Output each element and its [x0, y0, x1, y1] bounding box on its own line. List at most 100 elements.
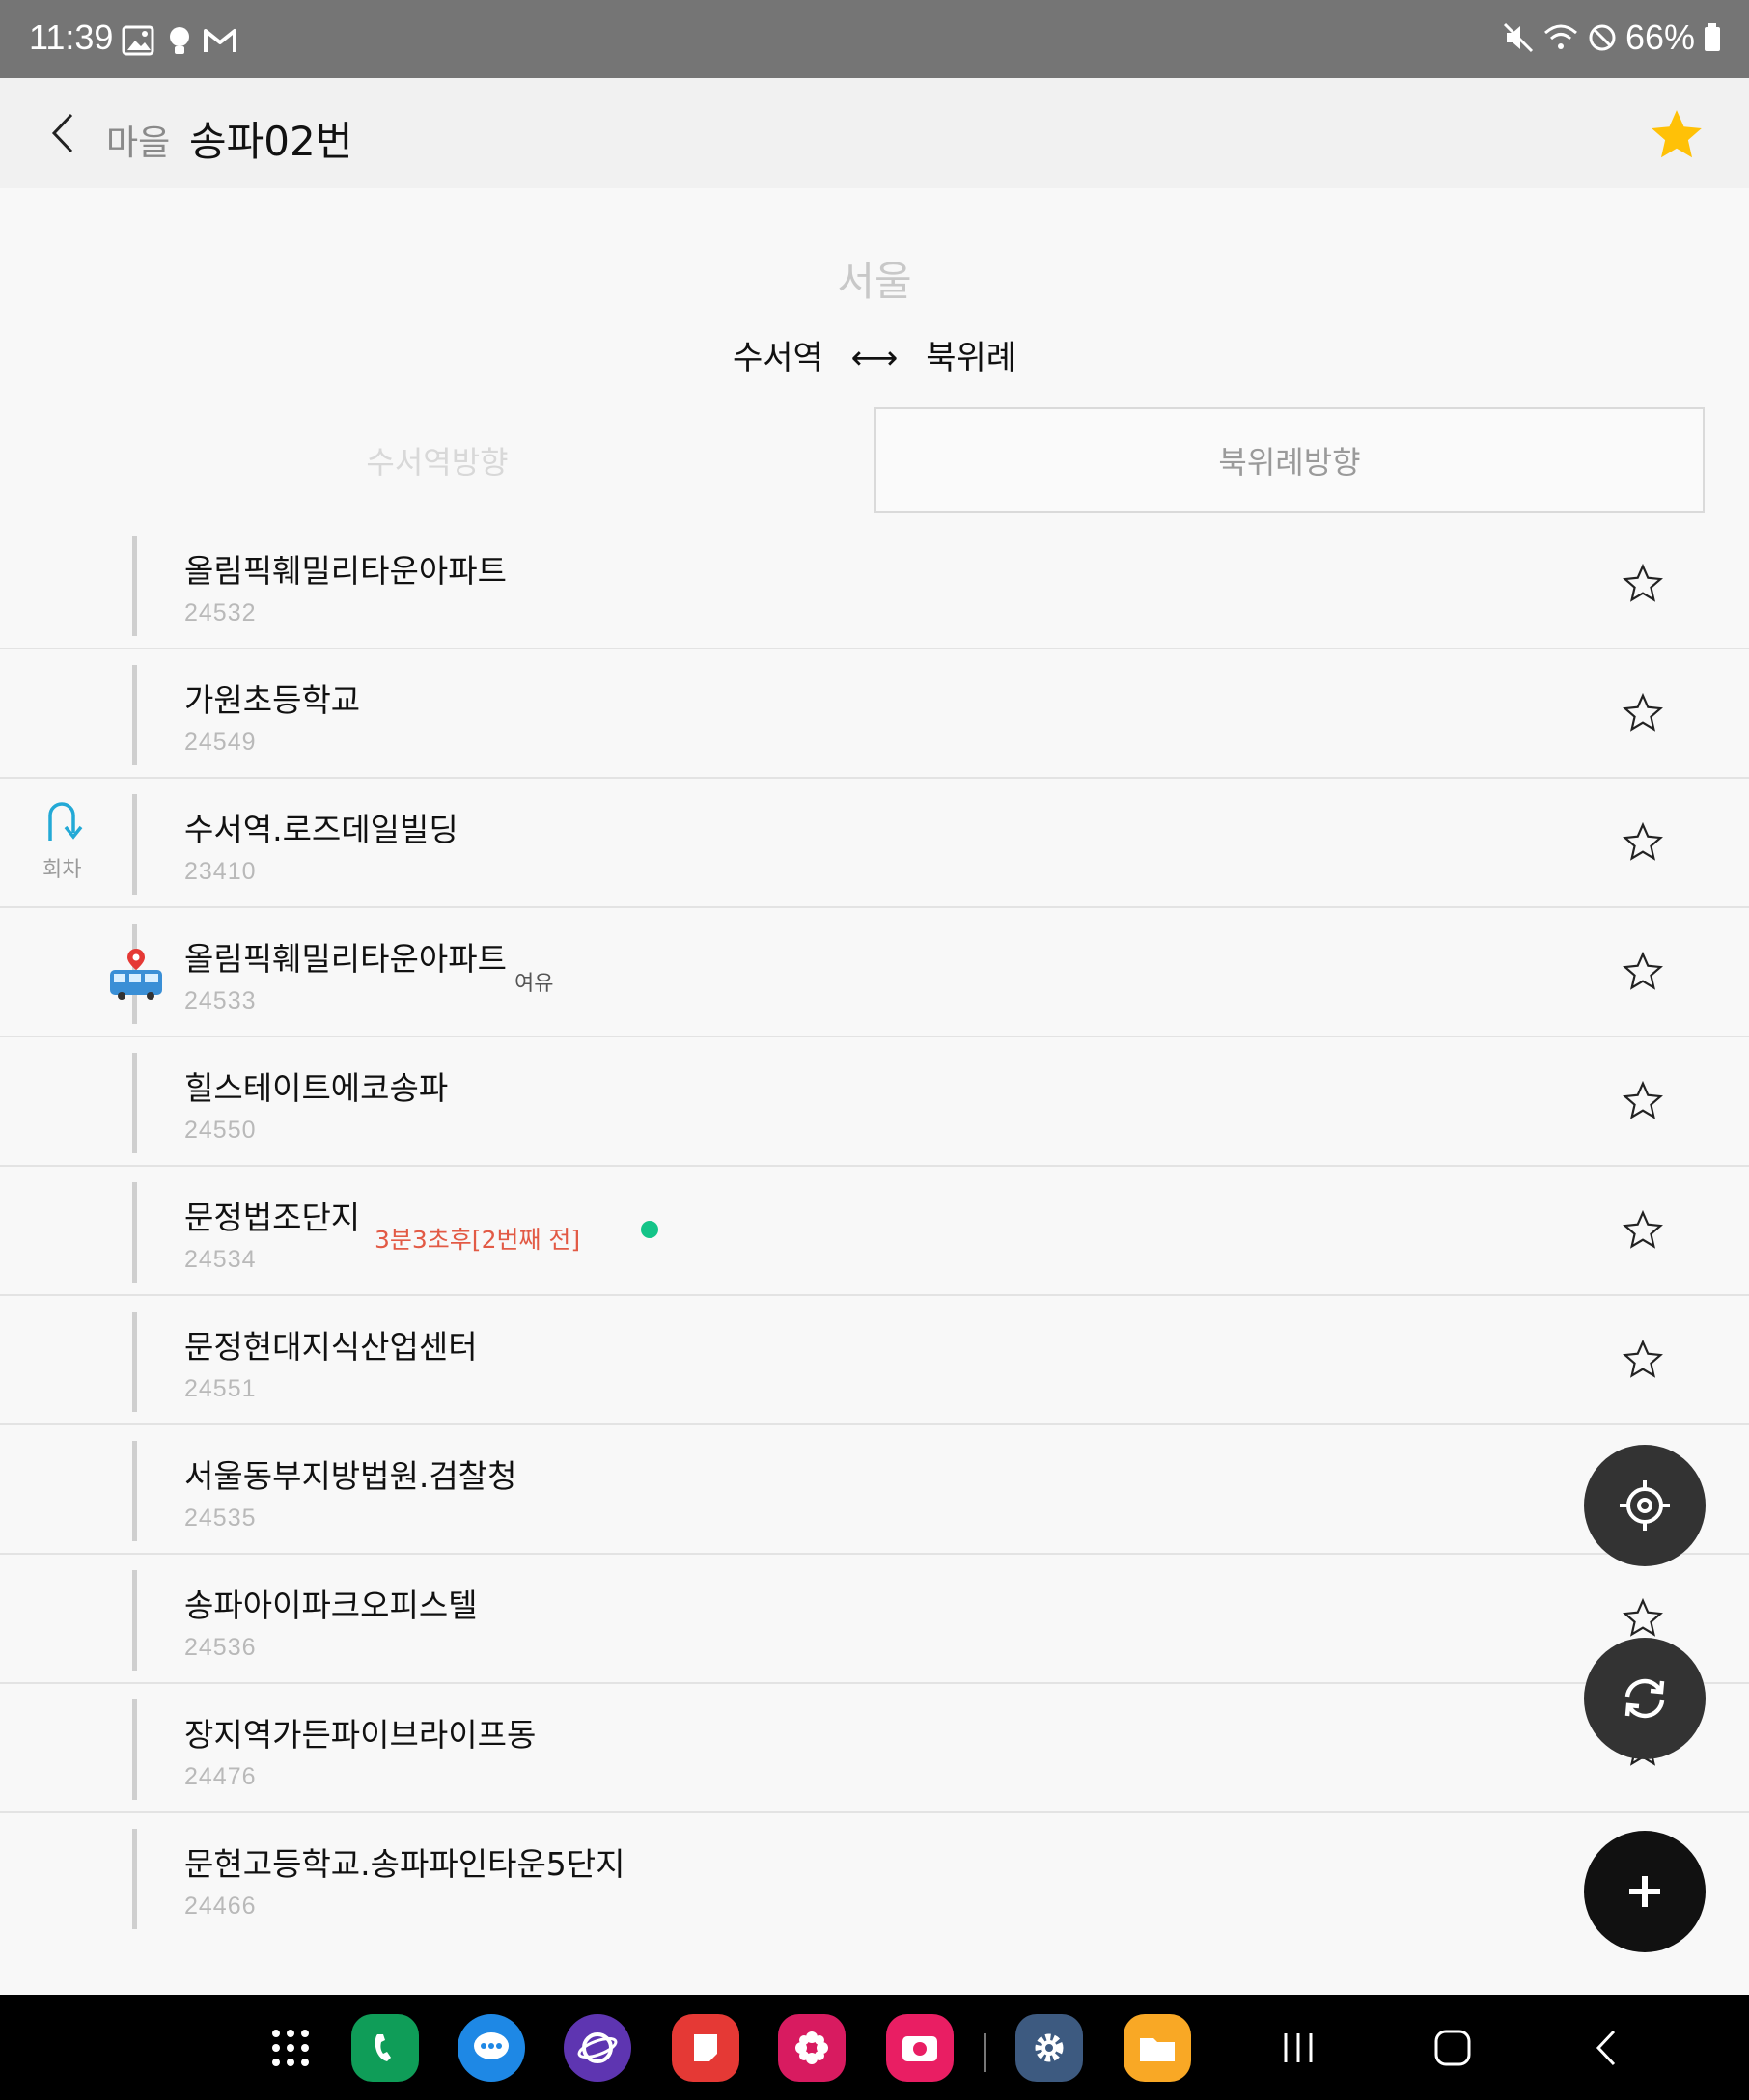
phone-icon[interactable] [351, 2014, 419, 2082]
stop-name: 문정현대지식산업센터 [184, 1328, 478, 1366]
stop-id: 24536 [184, 1634, 257, 1661]
star-outline-icon[interactable] [1622, 1339, 1664, 1381]
star-outline-icon[interactable] [1622, 1209, 1664, 1252]
route-arrow: ⟷ [850, 339, 899, 377]
stop-name: 문현고등학교.송파파인타운5단지 [184, 1845, 625, 1883]
notes-icon[interactable] [672, 2014, 739, 2082]
stop-name: 송파아이파크오피스텔 [184, 1587, 478, 1624]
messages-icon[interactable] [458, 2014, 525, 2082]
stop-id: 24534 [184, 1246, 257, 1273]
route-line [132, 1699, 137, 1800]
stop-row[interactable]: 서울동부지방법원.검찰청 24535 [0, 1425, 1749, 1555]
stop-id: 24550 [184, 1117, 257, 1144]
stop-id: 24551 [184, 1375, 257, 1402]
route-line [132, 536, 137, 636]
stop-name: 올림픽훼밀리타운아파트 [184, 552, 507, 590]
star-outline-icon[interactable] [1622, 692, 1664, 734]
star-outline-icon[interactable] [1622, 1080, 1664, 1122]
add-icon [1629, 1876, 1660, 1907]
route-line [132, 665, 137, 765]
apps-icon[interactable] [257, 2014, 324, 2082]
wifi-icon [1543, 24, 1577, 49]
stop-row[interactable]: 올림픽훼밀리타운아파트 24532 [0, 520, 1749, 649]
stop-id: 24535 [184, 1505, 257, 1532]
gallery-icon [122, 25, 154, 56]
stop-name: 문정법조단지 [184, 1199, 361, 1236]
status-bar: 11:39 66% [0, 0, 1749, 78]
star-outline-icon[interactable] [1622, 563, 1664, 605]
status-right: 66% [1502, 17, 1722, 58]
mute-icon [1503, 22, 1533, 53]
route-endpoints: 수서역 ⟷ 북위례 [0, 331, 1749, 378]
internet-icon[interactable] [564, 2014, 631, 2082]
favorite-star-icon[interactable] [1647, 105, 1707, 165]
stop-id: 24466 [184, 1893, 257, 1920]
route-to: 북위례 [926, 339, 1017, 377]
stop-id: 24532 [184, 599, 257, 626]
route-line [132, 1312, 137, 1412]
battery-percent: 66% [1624, 17, 1695, 57]
star-outline-icon[interactable] [1622, 821, 1664, 864]
stop-row[interactable]: 힐스테이트에코송파 24550 [0, 1037, 1749, 1167]
system-nav-bar [0, 1995, 1749, 2100]
route-line [132, 794, 137, 895]
stop-row[interactable]: 문정현대지식산업센터 24551 [0, 1296, 1749, 1425]
page-title: 송파02번 [189, 118, 353, 165]
tab-direction-bukwirye[interactable]: 북위례방향 [874, 407, 1705, 513]
refresh-icon [1624, 1678, 1665, 1719]
stop-name: 서울동부지방법원.검찰청 [184, 1457, 517, 1495]
stop-id: 24533 [184, 987, 257, 1014]
settings-icon[interactable] [1015, 2014, 1083, 2082]
stop-name: 힐스테이트에코송파 [184, 1069, 449, 1107]
bus-location-dot [641, 1221, 658, 1238]
route-category: 마을 [106, 124, 171, 163]
locate-icon [1620, 1480, 1670, 1531]
nav-back-button[interactable] [1585, 2026, 1629, 2070]
tab-direction-suseo[interactable]: 수서역방향 [0, 407, 874, 513]
locate-button[interactable] [1584, 1445, 1706, 1566]
stop-row[interactable]: 올림픽훼밀리타운아파트 여유 24533 [0, 908, 1749, 1037]
status-time: 11:39 [29, 17, 114, 57]
stop-row[interactable]: 문현고등학교.송파파인타운5단지 24466 [0, 1813, 1749, 1943]
camera-icon[interactable] [886, 2014, 954, 2082]
bus-icon [110, 949, 162, 1000]
route-region: 서울 [837, 258, 912, 305]
stop-id: 24476 [184, 1763, 257, 1790]
stop-name: 올림픽훼밀리타운아파트 [184, 940, 507, 978]
dnd-icon [1589, 24, 1616, 51]
stop-row[interactable]: 송파아이파크오피스텔 24536 [0, 1555, 1749, 1684]
refresh-button[interactable] [1584, 1638, 1706, 1759]
gmail-icon [204, 29, 236, 52]
star-outline-icon[interactable] [1622, 1597, 1664, 1640]
stop-id: 23410 [184, 858, 257, 885]
stop-name: 가원초등학교 [184, 681, 361, 719]
home-button[interactable] [1430, 2026, 1475, 2070]
arrival-time: 3분3초후[2번째 전] [375, 1226, 581, 1254]
bulb-icon [170, 27, 189, 54]
stop-list: 올림픽훼밀리타운아파트 24532 가원초등학교 24549 회차 수서역.로즈… [0, 520, 1749, 1943]
route-line [132, 1570, 137, 1671]
crowd-status: 여유 [514, 972, 554, 996]
stop-name: 장지역가든파이브라이프동 [184, 1716, 537, 1754]
route-line [132, 1053, 137, 1153]
stop-row[interactable]: 장지역가든파이브라이프동 24476 [0, 1684, 1749, 1813]
stop-id: 24549 [184, 729, 257, 756]
route-from: 수서역 [732, 339, 823, 377]
bixby-icon[interactable] [778, 2014, 846, 2082]
turnaround-label: 회차 [42, 858, 82, 882]
recent-apps-button[interactable] [1276, 2026, 1320, 2070]
add-button[interactable] [1584, 1831, 1706, 1952]
back-button[interactable] [42, 107, 89, 159]
route-line [132, 1829, 137, 1929]
star-outline-icon[interactable] [1622, 951, 1664, 993]
stop-row[interactable]: 문정법조단지 3분3초후[2번째 전] 24534 [0, 1167, 1749, 1296]
stop-row[interactable]: 회차 수서역.로즈데일빌딩 23410 [0, 779, 1749, 908]
stop-row[interactable]: 가원초등학교 24549 [0, 649, 1749, 779]
route-line [132, 1441, 137, 1541]
files-icon[interactable] [1124, 2014, 1191, 2082]
battery-icon [1705, 23, 1720, 51]
route-line [132, 1182, 137, 1283]
dock-divider [984, 2033, 986, 2072]
stop-name: 수서역.로즈데일빌딩 [184, 811, 458, 848]
u-turn-icon [48, 802, 83, 841]
